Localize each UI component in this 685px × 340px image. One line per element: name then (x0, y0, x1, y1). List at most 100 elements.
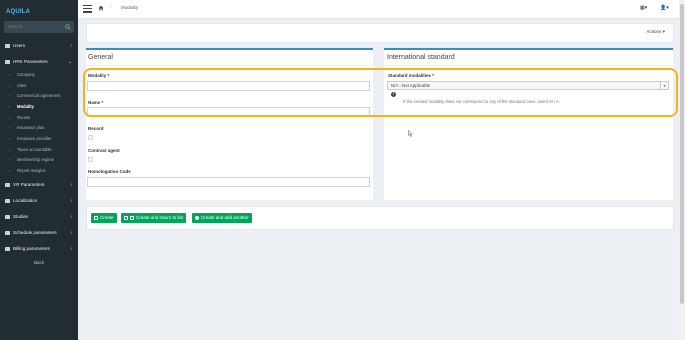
sidebar-item-studies[interactable]: Studies ‹ (0, 212, 78, 222)
sidebar-subitem-sites[interactable]: › Sites (0, 82, 78, 90)
sidebar-search[interactable] (4, 21, 74, 33)
divider (384, 65, 673, 66)
mouse-cursor-icon (408, 130, 413, 137)
sidebar-item-label: HRK Parameters (13, 59, 48, 64)
info-icon: i (391, 92, 396, 97)
app-logo[interactable]: AQUILA (4, 4, 74, 18)
contrast-agent-label: Contrast agent (88, 148, 120, 153)
sidebar-subitem-label: Insurance plan (17, 125, 45, 130)
folder-icon (5, 215, 10, 219)
plus-circle-icon (195, 215, 199, 220)
angle-right-icon: › (9, 168, 11, 173)
sidebar-subitem-commercial-agreement[interactable]: › Commercial agreement (0, 92, 78, 100)
folder-icon (5, 44, 10, 48)
angle-right-icon: › (9, 93, 11, 98)
chevron-left-icon: ‹ (70, 214, 72, 220)
folder-icon (5, 247, 10, 251)
homologation-code-label: Homologation Code (88, 169, 131, 174)
sidebar-subitem-insurance-provider[interactable]: › Insurance provider (0, 135, 78, 143)
caret-down-icon: ▾ (662, 29, 665, 34)
sidebar-subitem-label: Insurance provider (17, 136, 52, 141)
save-icon (94, 215, 98, 220)
angle-right-icon: › (9, 125, 11, 130)
sidebar-subitem-label: Company (17, 72, 35, 77)
breadcrumb-separator: › (110, 4, 112, 10)
save-icon (124, 215, 128, 220)
chevron-left-icon: ‹ (70, 43, 72, 49)
sidebar-item-label: Studies (13, 214, 29, 219)
name-label: Name * (88, 100, 104, 105)
top-navbar: › Modality ▦▾ 👤▾ (78, 0, 685, 19)
angle-right-icon: › (9, 147, 11, 152)
record-label: Record (88, 126, 104, 131)
angle-right-icon: › (9, 104, 11, 109)
page-scrollbar[interactable] (679, 0, 685, 340)
actions-bar: Actions ▾ (86, 23, 674, 43)
actions-dropdown-button[interactable]: Actions ▾ (646, 29, 665, 35)
sidebar-subitem-insurance-plan[interactable]: › Insurance plan (0, 124, 78, 132)
chevron-left-icon: ‹ (70, 182, 72, 188)
sidebar-item-billing-parameters[interactable]: Billing parameters ‹ (0, 244, 78, 254)
panel-title-international: International standard (387, 54, 455, 61)
sidebar-item-label: Billing parameters (13, 246, 50, 251)
sidebar-subitem-report-margins[interactable]: › Report margins (0, 167, 78, 175)
folder-icon (5, 199, 10, 203)
sidebar-subitem-label: Rooms (17, 115, 31, 120)
name-input[interactable] (87, 107, 370, 117)
hamburger-menu-icon[interactable] (83, 5, 92, 13)
angle-right-icon: › (9, 115, 11, 120)
folder-open-icon (5, 60, 10, 64)
sidebar-item-schedule-parameters[interactable]: Schedule parameters ‹ (0, 228, 78, 238)
sidebar-subitem-company[interactable]: › Company (0, 71, 78, 79)
sidebar-subitem-label: Sites (17, 83, 27, 88)
user-menu-icon[interactable]: 👤▾ (660, 5, 669, 12)
modality-label: Modality * (88, 73, 110, 78)
standard-modalities-selected: N/A - Not Applicable (391, 83, 431, 88)
chevron-left-icon: ‹ (70, 230, 72, 236)
create-button-label: Create (100, 215, 114, 220)
scrollbar-thumb[interactable] (680, 4, 684, 304)
sidebar-item-label: Users (13, 43, 25, 48)
sidebar-item-users[interactable]: Users ‹ (0, 41, 78, 51)
sidebar-subitem-label: Report margins (17, 168, 46, 173)
select-arrow-icon: ▾ (660, 82, 668, 89)
search-icon[interactable] (65, 24, 71, 30)
sidebar-item-vr-parameters[interactable]: VR Parameters ‹ (0, 180, 78, 190)
logo-text: AQUILA (6, 9, 31, 15)
angle-right-icon: › (9, 136, 11, 141)
list-icon (130, 215, 134, 220)
sidebar-subitem-label: Taxes accountable (17, 147, 52, 152)
home-icon[interactable] (98, 5, 104, 11)
divider (86, 65, 373, 66)
standard-modalities-select[interactable]: N/A - Not Applicable ▾ (387, 81, 669, 90)
back-link[interactable]: Back (0, 260, 78, 265)
grid-menu-icon[interactable]: ▦▾ (640, 5, 647, 12)
sidebar-subitem-rooms[interactable]: › Rooms (0, 114, 78, 122)
create-return-label: Create and return to list (136, 215, 184, 220)
sidebar-subitem-label: Commercial agreement (17, 93, 61, 98)
sidebar-subitem-label: Modality (17, 104, 34, 109)
contrast-agent-checkbox[interactable] (88, 157, 93, 162)
search-input[interactable] (8, 21, 62, 33)
modality-input[interactable] (87, 81, 370, 91)
folder-icon (5, 231, 10, 235)
chevron-left-icon: ‹ (70, 198, 72, 204)
create-button[interactable]: Create (91, 213, 117, 223)
sidebar-subitem-taxes-accountable[interactable]: › Taxes accountable (0, 146, 78, 154)
create-and-add-another-button[interactable]: Create and add another (192, 213, 252, 223)
create-and-return-button[interactable]: Create and return to list (121, 213, 187, 223)
standard-modalities-label: Standard modalities * (388, 73, 435, 78)
record-checkbox[interactable] (88, 135, 93, 140)
sidebar-item-hrk-parameters[interactable]: HRK Parameters ⌄ (0, 57, 78, 67)
sidebar: AQUILA Users ‹ HRK Parameters ⌄ › Company… (0, 0, 78, 340)
create-add-label: Create and add another (201, 215, 249, 220)
sidebar-subitem-membership-regime[interactable]: › Membership regime (0, 156, 78, 164)
sidebar-item-localization[interactable]: Localization ‹ (0, 196, 78, 206)
sidebar-subitem-modality[interactable]: › Modality (0, 103, 78, 111)
international-standard-panel: International standard (384, 48, 673, 200)
angle-right-icon: › (9, 157, 11, 162)
chevron-down-icon: ⌄ (67, 59, 72, 65)
actions-label: Actions (646, 29, 662, 34)
homologation-code-input[interactable] (87, 177, 370, 187)
sidebar-item-label: Schedule parameters (13, 230, 57, 235)
